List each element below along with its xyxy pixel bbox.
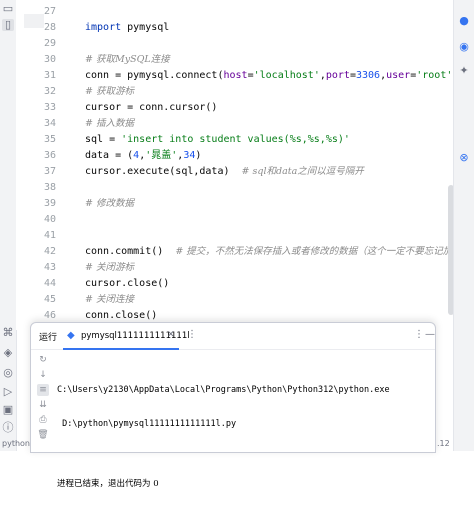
layers-icon[interactable]: ◈ — [2, 347, 14, 359]
line-number: 30 — [43, 54, 56, 65]
line-number: 45 — [43, 294, 56, 305]
code-line: # 获取游标 — [85, 84, 134, 100]
code-comment: # 插入数据 — [85, 118, 134, 129]
line-number: 38 — [43, 182, 56, 193]
code-line: conn.commit() # 提交，不然无法保存插入或者修改的数据（这个一定不… — [85, 244, 454, 260]
run-panel-toolbar: ↻ ↓ ≡ ⇊ ⎙ 🗑 — [31, 350, 51, 452]
code-token: port — [325, 70, 350, 81]
right-tool-strip: ● ◉ ✦ ⊗ — [453, 0, 474, 451]
print-icon[interactable]: ⎙ — [37, 414, 49, 426]
code-line: sql = 'insert into student values(%s,%s,… — [85, 132, 350, 148]
status-bar-version[interactable]: .12 — [437, 439, 450, 448]
run-tab[interactable]: ◆ pymysql1111111111111l ✕ — [63, 326, 190, 350]
line-number: 40 — [43, 214, 56, 225]
code-token: 'localhost' — [253, 70, 320, 81]
code-token: ) — [195, 150, 202, 161]
code-token: host — [223, 70, 248, 81]
code-line: # 关闭连接 — [85, 292, 134, 308]
code-token: 3306 — [356, 70, 381, 81]
code-token: sql = — [85, 134, 122, 145]
code-token: conn = pymysql.connect( — [85, 70, 224, 81]
services-icon[interactable]: ◎ — [2, 367, 14, 379]
bookmark-icon[interactable]: ▯ — [2, 19, 14, 31]
code-line: # 获取MySQL连接 — [85, 52, 170, 68]
code-token: 'insert into student values(%s,%s,%s)' — [121, 134, 350, 145]
line-number: 29 — [43, 38, 56, 49]
terminal-icon[interactable]: ▣ — [2, 404, 14, 416]
line-number: 32 — [43, 86, 56, 97]
python-file-icon: ◆ — [67, 330, 75, 341]
line-number: 43 — [43, 262, 56, 273]
soft-wrap-icon[interactable]: ≡ — [37, 384, 49, 396]
code-comment: # 关闭游标 — [85, 262, 134, 273]
code-token: conn.close() — [85, 310, 158, 321]
code-token: user — [386, 70, 411, 81]
exit-message: 进程已结束，退出代码为 0 — [57, 479, 159, 489]
python-console-icon[interactable]: ⌘ — [2, 327, 14, 339]
code-token: pymysql — [121, 22, 170, 33]
rerun-icon[interactable]: ↻ — [37, 354, 49, 366]
notifications-icon[interactable]: ● — [457, 14, 471, 28]
code-line: import pymysql — [85, 20, 169, 36]
more-options-icon[interactable]: ⋮ — [414, 329, 424, 340]
scroll-to-end-icon[interactable]: ⇊ — [37, 399, 49, 411]
code-token: '晁盖' — [145, 150, 178, 161]
run-tool-window: 运行 ◆ pymysql1111111111111l ✕ ⋮ ⋮ — ↻ ↓ ≡… — [30, 322, 436, 489]
database-icon[interactable]: ⊗ — [457, 151, 471, 165]
line-number: 37 — [43, 166, 56, 177]
status-bar-interpreter[interactable]: python — [2, 439, 30, 448]
sparkle-icon[interactable]: ✦ — [457, 64, 471, 78]
problems-icon[interactable]: ⓘ — [2, 422, 14, 434]
code-comment: # 提交，不然无法保存插入或者修改的数据（这个一定不要忘记加上） — [175, 246, 454, 257]
code-editor[interactable]: import pymysql # 获取MySQL连接 conn = pymysql.… — [68, 0, 454, 330]
line-number: 44 — [43, 278, 56, 289]
code-comment: # 获取MySQL连接 — [85, 54, 170, 65]
run-panel-title: 运行 — [39, 333, 58, 343]
stop-icon[interactable]: ↓ — [37, 369, 49, 381]
more-options-icon[interactable]: ⋮ — [187, 329, 197, 340]
delete-icon[interactable]: 🗑 — [37, 429, 49, 441]
code-line: # 插入数据 — [85, 116, 134, 132]
code-token: cursor.execute(sql,data) — [85, 166, 242, 177]
fold-marker — [24, 14, 44, 28]
code-line: data = (4,'晁盖',34) — [85, 148, 201, 164]
code-token: conn.commit() — [85, 246, 176, 257]
left-tool-strip: ▭ ▯ ⌘ ◈ ◎ ▷ ▣ ⓘ — [0, 0, 17, 451]
run-panel-header: 运行 ◆ pymysql1111111111111l ✕ ⋮ ⋮ — — [31, 323, 435, 350]
code-line: conn = pymysql.connect(host='localhost',… — [85, 68, 454, 84]
code-line: # 关闭游标 — [85, 260, 134, 276]
line-number: 42 — [43, 246, 56, 257]
console-line: D:\python\pymysql1111111111111l.py — [57, 419, 237, 429]
line-number: 33 — [43, 102, 56, 113]
close-icon[interactable]: ✕ — [167, 330, 175, 340]
line-number: 41 — [43, 230, 56, 241]
line-number: 39 — [43, 198, 56, 209]
code-line: cursor.execute(sql,data) # sql和data之间以逗号… — [85, 164, 364, 180]
code-line: cursor = conn.cursor() — [85, 100, 217, 116]
line-number: 31 — [43, 70, 56, 81]
code-token: 34 — [183, 150, 196, 161]
code-comment: # 关闭连接 — [85, 294, 134, 305]
ai-assistant-icon[interactable]: ◉ — [457, 40, 471, 54]
minimize-icon[interactable]: — — [425, 329, 435, 340]
line-number: 35 — [43, 134, 56, 145]
code-comment: # sql和data之间以逗号隔开 — [241, 166, 364, 177]
code-token: data = ( — [85, 150, 134, 161]
code-line: cursor.close() — [85, 276, 169, 292]
code-token: cursor = conn.cursor() — [85, 102, 218, 113]
folder-icon[interactable]: ▭ — [2, 3, 14, 15]
line-number: 34 — [43, 118, 56, 129]
line-number: 36 — [43, 150, 56, 161]
console-line: C:\Users\y2130\AppData\Local\Programs\Py… — [57, 385, 390, 395]
code-token: import — [85, 22, 122, 33]
line-number-gutter: 27 28 29 30 31 32 33 34 35 36 37 38 39 40 41 42 43 44 45 46 — [16, 0, 68, 330]
console-output[interactable]: C:\Users\y2130\AppData\Local\Programs\Py… — [57, 363, 390, 511]
code-comment: # 获取游标 — [85, 86, 134, 97]
code-comment: # 修改数据 — [85, 198, 134, 209]
code-line: # 修改数据 — [85, 196, 134, 212]
code-token: cursor.close() — [85, 278, 170, 289]
code-token: 'root' — [416, 70, 453, 81]
run-icon[interactable]: ▷ — [2, 386, 14, 398]
